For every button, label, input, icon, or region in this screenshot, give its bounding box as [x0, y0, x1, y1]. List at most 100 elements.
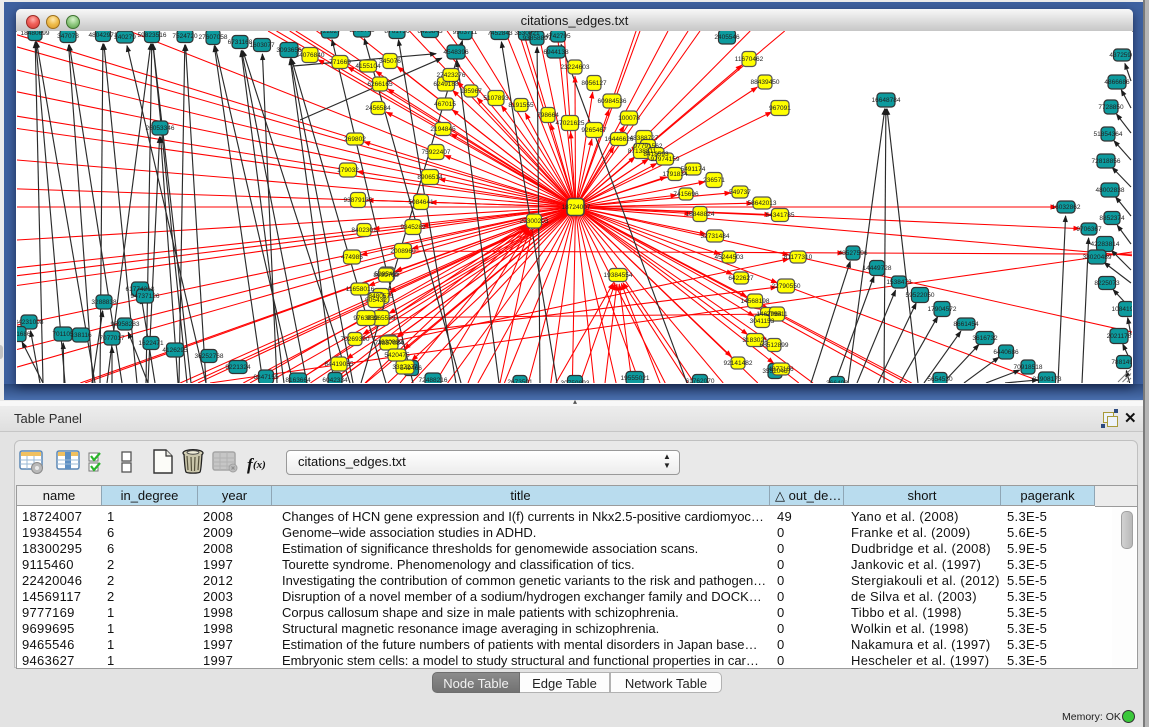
- svg-text:2021176: 2021176: [1107, 333, 1132, 340]
- svg-text:8099792: 8099792: [373, 272, 399, 279]
- svg-text:23224603: 23224603: [561, 64, 590, 71]
- svg-text:81177310: 81177310: [784, 254, 813, 261]
- svg-text:51854364: 51854364: [1094, 131, 1123, 138]
- svg-text:11658016: 11658016: [346, 286, 375, 293]
- svg-text:701105: 701105: [52, 331, 74, 338]
- svg-text:1622471: 1622471: [138, 340, 164, 347]
- svg-text:18724007: 18724007: [562, 204, 591, 211]
- svg-text:70918518: 70918518: [1014, 364, 1043, 371]
- svg-text:6440686: 6440686: [993, 349, 1019, 356]
- svg-text:4155104: 4155104: [355, 63, 381, 70]
- svg-text:771669: 771669: [329, 59, 351, 66]
- svg-text:8225073: 8225073: [1094, 280, 1120, 287]
- svg-text:19384554: 19384554: [604, 272, 633, 279]
- svg-text:32731484: 32731484: [701, 233, 730, 240]
- svg-text:34231098: 34231098: [17, 319, 44, 326]
- svg-text:47021625: 47021625: [556, 120, 585, 127]
- svg-text:16032862: 16032862: [1052, 204, 1081, 211]
- svg-text:6423843: 6423843: [417, 31, 443, 35]
- svg-text:185967: 185967: [460, 88, 482, 95]
- svg-text:94737126: 94737126: [131, 293, 160, 300]
- svg-text:14568198: 14568198: [741, 298, 770, 305]
- svg-text:18480699: 18480699: [21, 31, 50, 37]
- svg-text:61774213: 61774213: [126, 286, 155, 293]
- svg-text:70269390: 70269390: [341, 336, 370, 343]
- svg-text:8402301: 8402301: [351, 227, 377, 234]
- svg-text:9265467: 9265467: [581, 127, 607, 134]
- svg-text:48002838: 48002838: [1096, 187, 1125, 194]
- svg-text:366408: 366408: [826, 380, 848, 383]
- svg-text:7524720: 7524720: [172, 33, 198, 40]
- svg-text:74857084: 74857084: [375, 340, 404, 347]
- svg-text:1538473: 1538473: [886, 279, 912, 286]
- svg-text:798664: 798664: [537, 112, 559, 119]
- svg-text:4126295: 4126295: [162, 347, 188, 354]
- svg-text:9345289: 9345289: [400, 224, 426, 231]
- svg-text:100078: 100078: [618, 115, 640, 122]
- svg-text:42283814: 42283814: [1091, 241, 1120, 248]
- svg-text:467015: 467015: [434, 101, 456, 108]
- svg-text:92141482: 92141482: [724, 360, 753, 367]
- svg-text:9763012: 9763012: [353, 315, 379, 322]
- svg-text:9903711: 9903711: [453, 31, 478, 36]
- svg-text:6422627: 6422627: [728, 275, 754, 282]
- svg-text:7728850: 7728850: [1098, 104, 1124, 111]
- svg-text:8191555: 8191555: [508, 102, 534, 109]
- svg-text:27423276: 27423276: [437, 72, 466, 79]
- svg-text:5420475: 5420475: [384, 352, 410, 359]
- svg-text:2194845: 2194845: [430, 126, 456, 133]
- svg-text:2405546: 2405546: [714, 34, 740, 41]
- svg-text:97974159: 97974159: [651, 156, 680, 163]
- svg-text:905432: 905432: [365, 297, 387, 304]
- svg-text:7077017: 7077017: [99, 335, 125, 342]
- svg-text:48388727: 48388727: [630, 135, 659, 142]
- svg-text:6249188: 6249188: [433, 81, 459, 88]
- svg-text:19555021: 19555021: [621, 375, 650, 382]
- svg-text:5084641: 5084641: [408, 199, 434, 206]
- svg-text:236571: 236571: [703, 177, 725, 184]
- svg-text:38020489: 38020489: [1083, 254, 1112, 261]
- svg-text:347078: 347078: [57, 33, 79, 40]
- svg-text:2673501: 2673501: [507, 379, 533, 383]
- svg-text:5107893: 5107893: [483, 95, 509, 102]
- svg-text:7881490: 7881490: [1111, 359, 1132, 366]
- svg-text:2061686: 2061686: [17, 331, 31, 338]
- svg-text:68512899: 68512899: [760, 342, 789, 349]
- svg-text:4372596: 4372596: [1109, 52, 1132, 59]
- svg-text:72818856: 72818856: [1092, 158, 1121, 165]
- svg-text:14449728: 14449728: [863, 265, 892, 272]
- svg-text:3288838: 3288838: [91, 299, 117, 306]
- svg-text:5654530: 5654530: [927, 376, 953, 383]
- svg-text:2008960: 2008960: [390, 248, 416, 255]
- svg-text:4548396: 4548396: [443, 49, 469, 56]
- svg-text:61762070: 61762070: [686, 378, 715, 383]
- svg-text:26053346: 26053346: [146, 125, 175, 132]
- svg-text:36252768: 36252768: [195, 353, 224, 360]
- svg-text:345076: 345076: [379, 58, 401, 65]
- svg-text:9221324: 9221324: [225, 364, 251, 371]
- svg-text:179032: 179032: [337, 167, 359, 174]
- svg-text:8163664: 8163664: [285, 377, 311, 383]
- svg-text:84419035: 84419035: [325, 361, 354, 368]
- svg-text:10841905: 10841905: [1112, 306, 1132, 313]
- svg-text:279511: 279511: [766, 311, 788, 318]
- svg-text:30759893: 30759893: [561, 380, 590, 383]
- svg-text:2456584: 2456584: [365, 105, 391, 112]
- svg-text:(x): (x): [253, 459, 266, 471]
- svg-text:6847155: 6847155: [253, 374, 279, 381]
- svg-text:1603077: 1603077: [249, 42, 275, 49]
- svg-text:17904572: 17904572: [928, 306, 957, 313]
- svg-text:474985: 474985: [341, 254, 363, 261]
- svg-text:4866686: 4866686: [1104, 79, 1130, 86]
- svg-text:54341785: 54341785: [766, 212, 795, 219]
- svg-text:6944138: 6944138: [543, 49, 569, 56]
- svg-text:59522050: 59522050: [906, 292, 935, 299]
- svg-text:3327277: 3327277: [392, 364, 418, 371]
- svg-text:93879136: 93879136: [344, 197, 373, 204]
- svg-text:48527596: 48527596: [839, 250, 868, 257]
- svg-text:22790550: 22790550: [772, 283, 801, 290]
- svg-text:45244503: 45244503: [715, 254, 744, 261]
- svg-text:138116: 138116: [70, 332, 92, 339]
- svg-text:549737: 549737: [729, 189, 751, 196]
- svg-text:722827: 722827: [319, 31, 341, 35]
